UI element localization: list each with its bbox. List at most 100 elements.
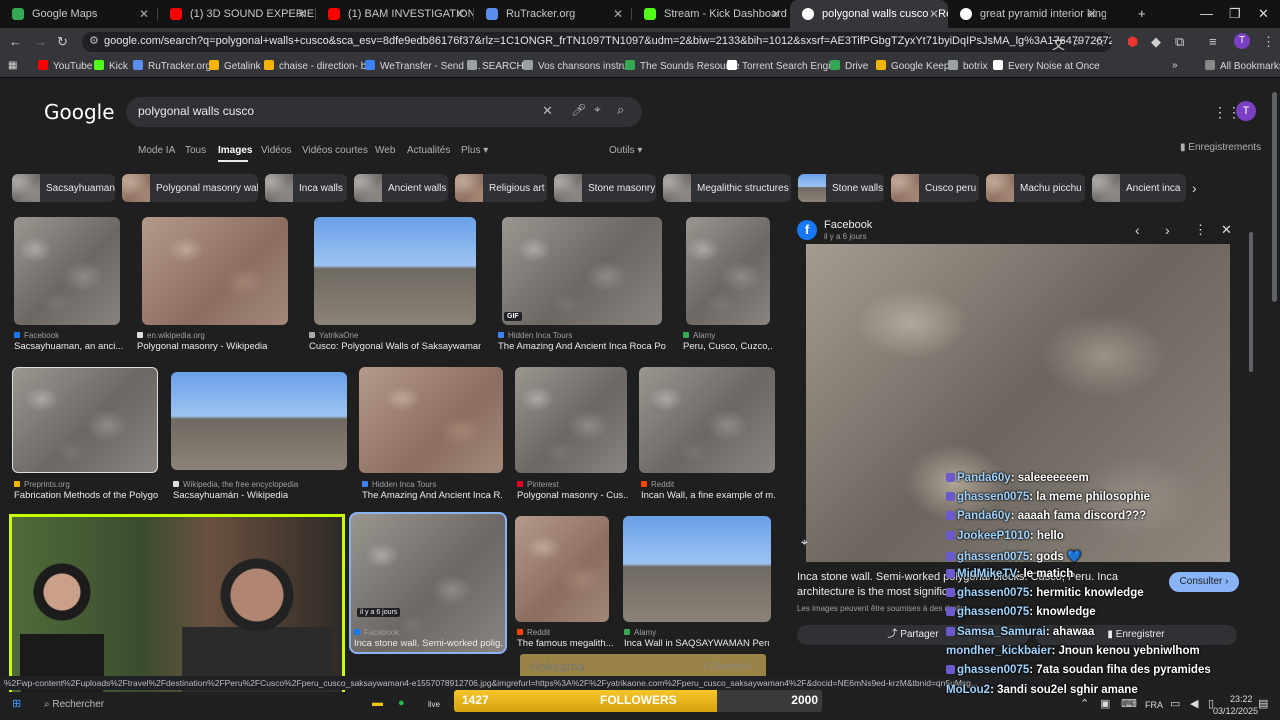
forward-icon[interactable]: → (34, 34, 47, 49)
site-info-icon[interactable]: ⚙ (89, 34, 99, 47)
result-image[interactable] (142, 217, 288, 325)
taskbar-search[interactable]: ⌕ Rechercher (44, 699, 104, 710)
address-bar[interactable]: ⚙ google.com/search?q=polygonal+walls+cu… (82, 32, 1112, 52)
tab-3d-sound[interactable]: (1) 3D SOUND EXPERIENCE IN✕ (158, 0, 316, 28)
result-image[interactable] (639, 367, 775, 473)
tray-arrow-icon[interactable]: ⌃ (1080, 697, 1089, 710)
bookmark-vos-chansons[interactable]: Vos chansons instru... (523, 60, 636, 72)
result-image[interactable] (14, 217, 120, 325)
voice-search-icon[interactable]: 🎤︎ (571, 103, 586, 117)
panel-source[interactable]: Facebook (824, 219, 872, 231)
tab-great-pyramid[interactable]: great pyramid interior king cha✕ (948, 0, 1106, 28)
result-image[interactable] (623, 516, 771, 622)
network-icon[interactable]: ▭ (1170, 697, 1180, 710)
result-title[interactable]: Polygonal masonry - Cus... (517, 490, 629, 501)
result-title[interactable]: Fabrication Methods of the Polygo... (14, 490, 159, 501)
bookmark-star-icon[interactable]: ☆ (1094, 34, 1106, 50)
back-icon[interactable]: ← (9, 34, 22, 49)
chip-polygonal-masonry[interactable]: Polygonal masonry wall (122, 174, 258, 202)
close-icon[interactable]: ✕ (1087, 7, 1097, 21)
page-scrollbar[interactable] (1272, 92, 1277, 302)
bookmark-kick[interactable]: Kick (94, 60, 128, 72)
adblock-icon[interactable]: ⬢ (1127, 34, 1138, 50)
more-options-icon[interactable]: ⋮ (1194, 222, 1207, 238)
result-image[interactable] (359, 367, 503, 473)
result-title[interactable]: The Amazing And Ancient Inca Roca Poly..… (498, 341, 666, 352)
bookmark-torrent-search[interactable]: Torrent Search Engi... (727, 60, 839, 72)
next-image-icon[interactable]: › (1165, 222, 1170, 238)
chip-sacsayhuaman[interactable]: Sacsayhuaman (12, 174, 115, 202)
result-title[interactable]: Incan Wall, a fine example of m... (641, 490, 776, 501)
chip-cusco-peru[interactable]: Cusco peru (891, 174, 979, 202)
window-close-icon[interactable]: ✕ (1258, 6, 1269, 22)
spotify-icon[interactable]: ● (398, 697, 405, 709)
bookmark-drive[interactable]: Drive (830, 60, 868, 72)
clear-search-icon[interactable]: ✕ (542, 103, 553, 119)
file-explorer-icon[interactable]: ▬ (372, 697, 383, 709)
result-image[interactable] (515, 516, 609, 622)
result-title[interactable]: The famous megalith... (517, 638, 615, 649)
live-icon[interactable]: live (428, 700, 440, 709)
bookmark-botrix[interactable]: botrix (948, 60, 987, 72)
tools-button[interactable]: Outils ▾ (609, 145, 642, 156)
zoom-icon[interactable]: ⌕ (1073, 34, 1080, 50)
nav-tous[interactable]: Tous (185, 145, 206, 156)
windows-start-icon[interactable]: ⊞ (12, 697, 21, 710)
clock-time[interactable]: 23:22 (1230, 694, 1253, 704)
result-image[interactable] (515, 367, 627, 473)
chip-inca-walls[interactable]: Inca walls (265, 174, 347, 202)
bookmark-google-keep[interactable]: Google Keep (876, 60, 949, 72)
result-image[interactable] (12, 367, 158, 473)
tab-polygonal-walls[interactable]: polygonal walls cusco - Recher✕ (790, 0, 948, 28)
reload-icon[interactable]: ↻ (57, 34, 68, 50)
search-input[interactable] (138, 104, 518, 118)
result-title[interactable]: Polygonal masonry - Wikipedia (137, 341, 292, 352)
search-box[interactable]: ✕ 🎤︎ ⌖ ⌕ (126, 97, 642, 127)
apps-grid-icon[interactable]: ▦ (8, 60, 17, 71)
bookmark-search[interactable]: SEARCH (467, 60, 524, 72)
close-icon[interactable]: ✕ (139, 7, 149, 21)
visit-button[interactable]: Consulter › (1169, 572, 1239, 592)
result-title[interactable]: The Amazing And Ancient Inca R... (362, 490, 502, 501)
nav-videos[interactable]: Vidéos (261, 145, 291, 156)
tab-search-icon[interactable]: ≡ (1209, 34, 1217, 49)
result-title[interactable]: Sacsayhuamán - Wikipedia (173, 490, 343, 501)
new-tab-button[interactable]: + (1138, 6, 1146, 21)
result-title[interactable]: Peru, Cusco, Cuzco,... (683, 341, 773, 352)
chips-next-icon[interactable]: › (1192, 180, 1197, 196)
bookmark-rutracker[interactable]: RuTracker.org (133, 60, 211, 72)
result-image[interactable] (314, 217, 476, 325)
chip-ancient-walls[interactable]: Ancient walls (354, 174, 448, 202)
result-image[interactable]: GIF (502, 217, 662, 325)
tab-bam-investigations[interactable]: (1) BAM INVESTIGATIONS - JAV✕ (316, 0, 474, 28)
keyboard-icon[interactable]: ⌨ (1121, 697, 1137, 710)
chip-megalithic-structures[interactable]: Megalithic structures (663, 174, 791, 202)
extension-icon[interactable]: ◆ (1151, 34, 1161, 50)
bookmark-youtube[interactable]: YouTube (38, 60, 92, 72)
translate-icon[interactable]: 文 (1052, 34, 1065, 53)
nav-plus[interactable]: Plus ▾ (461, 145, 488, 156)
chip-religious-art[interactable]: Religious art (455, 174, 547, 202)
minimize-icon[interactable]: — (1200, 6, 1213, 21)
chip-ancient-inca[interactable]: Ancient inca (1092, 174, 1186, 202)
result-title[interactable]: Inca Wall in SAQSAYWAMAN Peru ... (624, 638, 769, 649)
tab-kick-dashboard[interactable]: Stream - Kick Dashboard ✕ (632, 0, 790, 28)
result-title[interactable]: Inca stone wall. Semi-worked polig... (354, 638, 502, 649)
bookmark-every-noise[interactable]: Every Noise at Once (993, 60, 1100, 72)
nav-web[interactable]: Web (375, 145, 395, 156)
extensions-puzzle-icon[interactable]: ⧉ (1175, 34, 1184, 50)
close-icon[interactable]: ✕ (771, 7, 781, 21)
close-icon[interactable]: ✕ (297, 7, 307, 21)
tab-google-maps[interactable]: Google Maps ✕ (0, 0, 158, 28)
bookmark-sounds-resource[interactable]: The Sounds Resource (625, 60, 740, 72)
close-panel-icon[interactable]: ✕ (1221, 222, 1232, 238)
saved-button[interactable]: ▮ Enregistrements (1180, 142, 1261, 153)
close-icon[interactable]: ✕ (929, 7, 939, 21)
result-image[interactable] (171, 372, 347, 470)
bookmark-getalink[interactable]: Getalink (209, 60, 261, 72)
volume-icon[interactable]: ◀ (1190, 697, 1198, 710)
bookmarks-overflow-icon[interactable]: » (1172, 60, 1178, 71)
chip-stone-masonry[interactable]: Stone masonry (554, 174, 656, 202)
close-icon[interactable]: ✕ (455, 7, 465, 21)
language-indicator[interactable]: FRA (1145, 700, 1163, 710)
